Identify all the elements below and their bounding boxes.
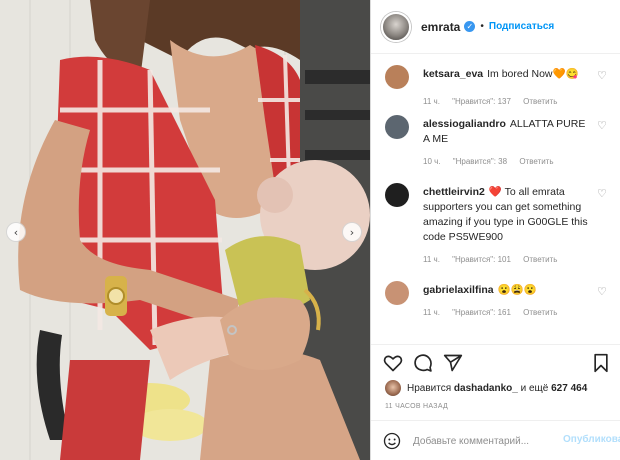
comment-meta: 11 ч. "Нравится": 161 Ответить [423, 308, 567, 317]
likes-summary: Нравится dashadanko_ и ещё 627 464 [385, 380, 587, 396]
comments-list[interactable]: ketsara_eva Im bored Now🧡😋 ♡ 11 ч. "Нрави… [371, 55, 620, 343]
post-timestamp[interactable]: 11 ЧАСОВ НАЗАД [385, 403, 448, 410]
separator-dot: • [480, 21, 484, 32]
liker-username[interactable]: dashadanko_ [454, 383, 518, 394]
likes-prefix: Нравится [407, 382, 452, 394]
comment-time: 11 ч. [423, 308, 440, 317]
post-photo[interactable]: ‹ › [0, 0, 370, 460]
commenter-username[interactable]: alessiogaliandro [423, 118, 506, 130]
likes-count[interactable]: 627 464 [551, 383, 587, 394]
share-icon[interactable] [443, 353, 463, 373]
comment-likes-count[interactable]: "Нравится": 137 [452, 97, 511, 106]
photo-illustration [0, 0, 370, 460]
comment-likes-count[interactable]: "Нравится": 38 [453, 157, 507, 166]
previous-photo-button[interactable]: ‹ [6, 222, 26, 242]
heart-icon[interactable] [383, 353, 403, 373]
comment-like-heart-icon[interactable]: ♡ [597, 188, 609, 200]
commenter-avatar[interactable] [385, 65, 409, 89]
comment-meta: 10 ч. "Нравится": 38 Ответить [423, 157, 564, 166]
comment-time: 11 ч. [423, 97, 440, 106]
comment-time: 11 ч. [423, 255, 440, 264]
comment-reply-button[interactable]: Ответить [523, 97, 557, 106]
comment-text-block: alessiogaliandro ALLATTA PURE A ME [423, 117, 593, 147]
commenter-avatar[interactable] [385, 183, 409, 207]
comment-text-block: chettleirvin2 ❤️ To all emrata supporters… [423, 185, 593, 245]
comment-reply-button[interactable]: Ответить [523, 308, 557, 317]
commenter-username[interactable]: gabrielaxilfina [423, 284, 494, 296]
bookmark-icon[interactable] [591, 353, 611, 373]
commenter-avatar[interactable] [385, 281, 409, 305]
post-action-bar [371, 344, 620, 380]
comment-text-block: ketsara_eva Im bored Now🧡😋 [423, 67, 593, 82]
post-header: emrata ✓ • Подписаться [371, 0, 620, 54]
liker-avatar[interactable] [385, 380, 401, 396]
comment-meta: 11 ч. "Нравится": 101 Ответить [423, 255, 567, 264]
commenter-username[interactable]: ketsara_eva [423, 68, 483, 80]
follow-button[interactable]: Подписаться [489, 21, 554, 32]
commenter-avatar[interactable] [385, 115, 409, 139]
author-username[interactable]: emrata [421, 20, 460, 34]
comment-icon[interactable] [413, 353, 433, 373]
emoji-icon[interactable] [383, 432, 401, 450]
comment-like-heart-icon[interactable]: ♡ [597, 70, 609, 82]
comment-like-heart-icon[interactable]: ♡ [597, 286, 609, 298]
comment-text: Im bored Now🧡😋 [487, 68, 579, 80]
comment-text-block: gabrielaxilfina 😮😩😮 [423, 283, 593, 298]
verified-badge-icon: ✓ [464, 21, 476, 32]
comment-likes-count[interactable]: "Нравится": 101 [452, 255, 511, 264]
likes-suffix: и ещё [520, 382, 549, 394]
post-side-panel: emrata ✓ • Подписаться ketsara_eva Im bor… [370, 0, 620, 460]
comment-text: 😮😩😮 [497, 284, 537, 296]
comment-time: 10 ч. [423, 157, 441, 166]
comment-reply-button[interactable]: Ответить [519, 157, 553, 166]
comment-like-heart-icon[interactable]: ♡ [597, 120, 609, 132]
publish-button[interactable]: Опубликовать [563, 434, 620, 445]
author-avatar[interactable] [381, 11, 411, 42]
comment-reply-button[interactable]: Ответить [523, 255, 557, 264]
comment-likes-count[interactable]: "Нравится": 161 [452, 308, 511, 317]
next-photo-button[interactable]: › [342, 222, 362, 242]
comment-input[interactable] [413, 433, 553, 449]
add-comment-bar: Опубликовать [371, 420, 620, 460]
comment-meta: 11 ч. "Нравится": 137 Ответить [423, 97, 567, 106]
commenter-username[interactable]: chettleirvin2 [423, 186, 485, 198]
